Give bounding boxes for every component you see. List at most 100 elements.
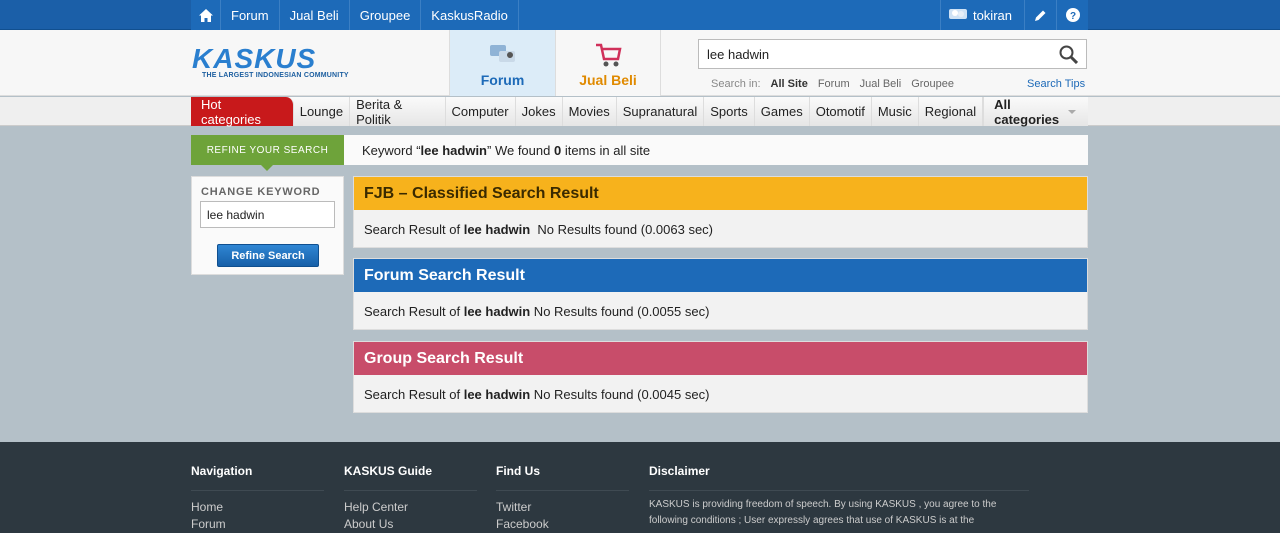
group-result-panel: Group Search Result Search Result of lee… <box>353 341 1088 413</box>
top-nav-jualbeli[interactable]: Jual Beli <box>280 0 350 30</box>
category-lounge[interactable]: Lounge <box>294 97 351 126</box>
keyword-prefix: Keyword “ <box>362 142 421 158</box>
tab-jualbeli[interactable]: Jual Beli <box>555 30 661 96</box>
header: KASKUS THE LARGEST INDONESIAN COMMUNITY … <box>0 30 1280 96</box>
category-jokes[interactable]: Jokes <box>516 97 563 126</box>
scope-groupee[interactable]: Groupee <box>911 78 954 90</box>
footer-divider <box>649 490 1029 491</box>
top-nav-forum[interactable]: Forum <box>221 0 280 30</box>
footer-navigation-title: Navigation <box>191 464 253 478</box>
search-value: lee hadwin <box>707 46 770 62</box>
category-games[interactable]: Games <box>755 97 810 126</box>
keyword-middle: ” We found <box>487 142 554 158</box>
hot-categories[interactable]: Hot categories <box>191 97 294 127</box>
all-categories-label: All categories <box>994 96 1060 127</box>
footer-findus: Find Us Twitter Facebook <box>496 464 629 531</box>
fjb-result-panel: FJB – Classified Search Result Search Re… <box>353 176 1088 248</box>
top-nav-kaskusradio[interactable]: KaskusRadio <box>421 0 519 30</box>
footer-findus-title: Find Us <box>496 464 540 478</box>
category-movies[interactable]: Movies <box>563 97 617 126</box>
footer-disclaimer: Disclaimer KASKUS is providing freedom o… <box>649 464 1029 529</box>
help-icon[interactable]: ? <box>1056 0 1088 30</box>
search-scope: Search in: All Site Forum Jual Beli Grou… <box>711 78 954 90</box>
refine-search-button[interactable]: Refine Search <box>217 244 319 267</box>
scope-forum[interactable]: Forum <box>818 78 850 90</box>
tab-jualbeli-label: Jual Beli <box>579 72 637 88</box>
home-icon[interactable] <box>191 0 221 30</box>
result-keyword: lee hadwin <box>463 222 531 237</box>
search-icon[interactable] <box>1059 45 1079 67</box>
edit-icon[interactable] <box>1024 0 1056 30</box>
category-berita-politik[interactable]: Berita & Politik <box>350 97 446 127</box>
user-menu[interactable]: tokiran <box>939 0 1024 30</box>
footer-guide: KASKUS Guide Help Center About Us <box>344 464 477 531</box>
search-in-label: Search in: <box>711 78 761 90</box>
forum-result-body: Search Result of lee hadwin No Results f… <box>354 292 1087 331</box>
category-computer[interactable]: Computer <box>446 97 516 126</box>
top-nav: Forum Jual Beli Groupee KaskusRadio <box>191 0 519 30</box>
avatar <box>948 7 967 24</box>
logo[interactable]: KASKUS THE LARGEST INDONESIAN COMMUNITY <box>192 43 349 80</box>
footer-navigation: Navigation Home Forum <box>191 464 324 531</box>
group-result-body: Search Result of lee hadwin No Results f… <box>354 375 1087 414</box>
result-prefix: Search Result of <box>364 222 464 237</box>
footer-disclaimer-title: Disclaimer <box>649 464 710 478</box>
top-bar: Forum Jual Beli Groupee KaskusRadio toki… <box>0 0 1280 30</box>
all-categories-dropdown[interactable]: All categories <box>983 96 1088 127</box>
top-bar-inner: Forum Jual Beli Groupee KaskusRadio toki… <box>191 0 1088 30</box>
tab-forum[interactable]: Forum <box>449 30 555 96</box>
footer-divider <box>344 490 477 491</box>
change-keyword-label: CHANGE KEYWORD <box>201 186 321 198</box>
result-prefix: Search Result of <box>364 304 464 319</box>
result-status: No Results found (0.0055 sec) <box>530 304 710 319</box>
category-supranatural[interactable]: Supranatural <box>617 97 705 126</box>
category-otomotif[interactable]: Otomotif <box>810 97 872 126</box>
category-music[interactable]: Music <box>872 97 919 126</box>
footer-divider <box>191 490 324 491</box>
header-tabs: Forum Jual Beli <box>449 30 661 96</box>
refine-panel: CHANGE KEYWORD lee hadwin Refine Search <box>191 176 344 275</box>
footer: Navigation Home Forum KASKUS Guide Help … <box>0 442 1280 533</box>
footer-divider <box>496 490 629 491</box>
result-status: No Results found (0.0063 sec) <box>530 222 714 237</box>
forum-result-title: Forum Search Result <box>354 259 1087 292</box>
chevron-down-icon <box>1068 109 1076 114</box>
top-right: tokiran ? <box>939 0 1088 30</box>
svg-text:?: ? <box>1069 11 1075 22</box>
result-status: No Results found (0.0045 sec) <box>530 387 710 402</box>
footer-link-forum[interactable]: Forum <box>191 518 324 531</box>
result-keyword: lee hadwin <box>463 387 531 402</box>
footer-link-twitter[interactable]: Twitter <box>496 501 629 514</box>
username: tokiran <box>972 7 1012 23</box>
category-bar-inner: Hot categories Lounge Berita & Politik C… <box>191 96 1088 127</box>
tab-forum-label: Forum <box>480 72 525 88</box>
scope-jualbeli[interactable]: Jual Beli <box>860 78 902 90</box>
scope-all-site[interactable]: All Site <box>771 78 808 90</box>
group-result-title: Group Search Result <box>354 342 1087 375</box>
category-regional[interactable]: Regional <box>919 97 984 126</box>
fjb-result-body: Search Result of lee hadwin No Results f… <box>354 210 1087 249</box>
keyword-term: lee hadwin <box>420 142 487 158</box>
footer-link-facebook[interactable]: Facebook <box>496 518 629 531</box>
refine-search-tab: REFINE YOUR SEARCH <box>191 135 344 171</box>
footer-guide-title: KASKUS Guide <box>344 464 433 478</box>
search-input[interactable]: lee hadwin <box>698 39 1087 69</box>
category-bar: Hot categories Lounge Berita & Politik C… <box>0 96 1280 127</box>
footer-link-help-center[interactable]: Help Center <box>344 501 477 514</box>
forum-result-panel: Forum Search Result Search Result of lee… <box>353 258 1088 330</box>
footer-link-about-us[interactable]: About Us <box>344 518 477 531</box>
result-keyword: lee hadwin <box>463 304 531 319</box>
keyword-suffix: items in all site <box>561 142 651 158</box>
category-sports[interactable]: Sports <box>704 97 755 126</box>
top-nav-groupee[interactable]: Groupee <box>350 0 422 30</box>
result-count: 0 <box>553 142 562 158</box>
footer-link-home[interactable]: Home <box>191 501 324 514</box>
logo-name: KASKUS <box>192 43 317 74</box>
forum-icon <box>488 41 518 72</box>
search-tips-link[interactable]: Search Tips <box>1027 78 1085 90</box>
cart-icon <box>593 41 623 72</box>
fjb-result-title: FJB – Classified Search Result <box>354 177 1087 210</box>
keyword-input[interactable]: lee hadwin <box>200 201 335 228</box>
result-prefix: Search Result of <box>364 387 464 402</box>
footer-disclaimer-text: KASKUS is providing freedom of speech. B… <box>649 499 997 526</box>
